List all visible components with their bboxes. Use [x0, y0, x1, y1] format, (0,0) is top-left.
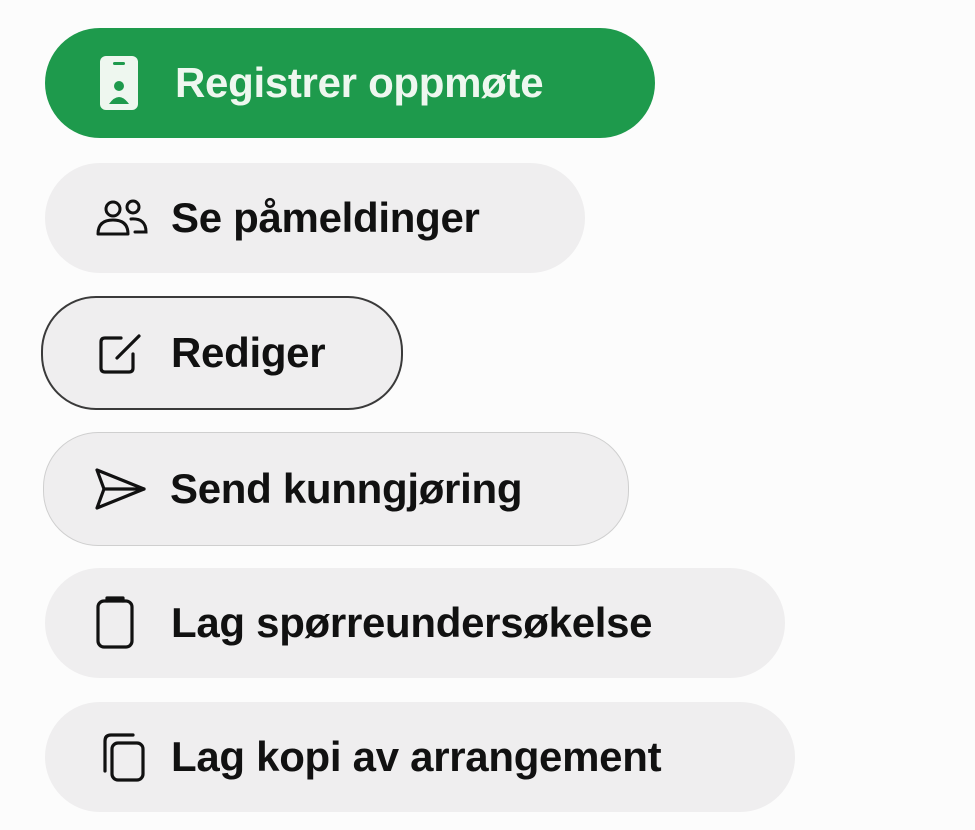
event-actions-list: Registrer oppmøte Se påmeldinger Rediger [0, 0, 975, 830]
send-announcement-label: Send kunngjøring [170, 465, 523, 512]
edit-label: Rediger [171, 329, 326, 376]
clipboard-icon [95, 596, 149, 650]
edit-button[interactable]: Rediger [41, 296, 403, 410]
users-icon [95, 191, 149, 245]
copy-icon [95, 730, 149, 784]
create-survey-button[interactable]: Lag spørreundersøkelse [45, 568, 785, 678]
view-signups-button[interactable]: Se påmeldinger [45, 163, 585, 273]
send-icon [94, 462, 148, 516]
register-attendance-label: Registrer oppmøte [175, 59, 544, 106]
edit-icon [95, 326, 149, 380]
id-badge-icon [99, 56, 153, 110]
register-attendance-button[interactable]: Registrer oppmøte [45, 28, 655, 138]
copy-event-button[interactable]: Lag kopi av arrangement [45, 702, 795, 812]
view-signups-label: Se påmeldinger [171, 194, 480, 241]
send-announcement-button[interactable]: Send kunngjøring [43, 432, 629, 546]
copy-event-label: Lag kopi av arrangement [171, 733, 662, 780]
create-survey-label: Lag spørreundersøkelse [171, 599, 653, 646]
